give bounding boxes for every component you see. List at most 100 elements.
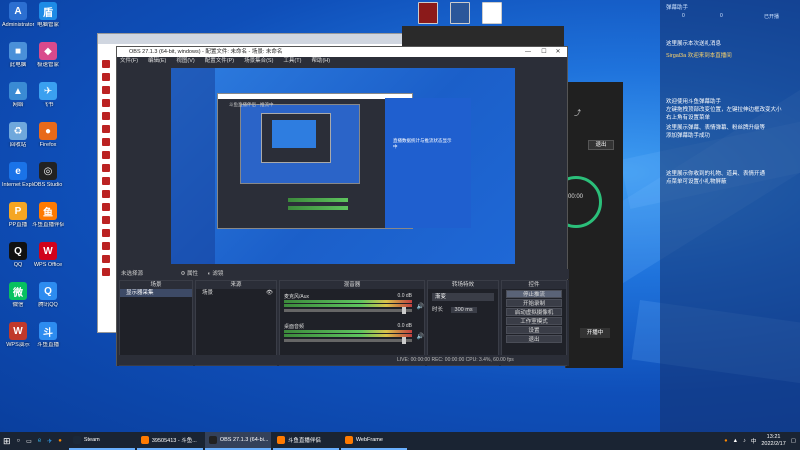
desktop-file-icon[interactable] — [418, 2, 438, 24]
desktop-icon[interactable]: e Internet Explorer — [2, 162, 34, 188]
menu-item[interactable]: 工具(T) — [283, 57, 301, 66]
control-button[interactable]: 设置 — [506, 326, 562, 334]
source-item[interactable]: 场景 👁 — [196, 289, 276, 297]
filters-button[interactable]: ◐ 滤镜 — [208, 271, 224, 277]
danmaku-message: 右上角有设置菜单 — [666, 115, 711, 121]
taskbar-app[interactable]: 3950541​3 - 斗鱼... — [136, 432, 203, 450]
danmaku-message: 欢迎使用斗鱼弹幕助手 — [666, 99, 722, 105]
desktop-icon[interactable]: A Administrator — [2, 2, 34, 28]
control-button[interactable]: 工作室模式 — [506, 317, 562, 325]
stat-1: 0 — [682, 13, 685, 19]
mixer-dock: 混音器 麦克风/Aux 0.0 dB 🔊 桌面音频 0.0 dB 🔊 — [279, 280, 425, 366]
obs-window[interactable]: OBS 27.1.3 (64-bit, windows) - 配置文件: 未命名… — [116, 46, 569, 366]
taskbar-app[interactable]: OBS 27.1.3 (64-bi... — [204, 432, 271, 450]
desktop-icon[interactable]: 鱼斗鱼直播伴侣 — [32, 202, 64, 228]
menu-item[interactable]: 视图(V) — [176, 57, 194, 66]
tray-volume-icon[interactable]: ♪ — [743, 438, 746, 444]
desktop-icon[interactable]: ◆ 极速管家 — [32, 42, 64, 68]
taskbar-app-label: WebFrame — [355, 437, 383, 443]
menu-item[interactable]: 配置文件(P) — [205, 57, 234, 66]
desktop-icon[interactable]: ◎ OBS Studio — [32, 162, 64, 188]
desktop-icon[interactable]: 微微信 — [2, 282, 34, 308]
share-icon[interactable]: ⤴ — [574, 108, 581, 118]
controls-title: 控件 — [502, 281, 566, 289]
dark-window-back[interactable] — [402, 26, 564, 46]
panel-title: 弹幕助手 — [666, 5, 689, 11]
stat-box: 开播中 — [580, 328, 610, 338]
desktop-icon-label: 网络 — [12, 102, 24, 108]
obs-preview[interactable]: 直播数据统计与推流状态显示中 斗鱼直播伴侣 - 推流中 — [171, 68, 515, 264]
desktop-icon[interactable]: Q 腾讯QQ — [32, 282, 64, 308]
maximize-button[interactable]: ☐ — [537, 47, 551, 57]
taskbar-app[interactable]: 斗鱼直播伴侣 — [272, 432, 339, 450]
app-icon: 微 — [9, 282, 27, 300]
desktop-icon[interactable]: P PP直播 — [2, 202, 34, 228]
control-button[interactable]: 退出 — [506, 335, 562, 343]
desktop-icon[interactable]: ♻ 回收站 — [2, 122, 34, 148]
minimize-button[interactable]: — — [521, 47, 535, 57]
start-button[interactable]: ⊞ — [0, 432, 14, 450]
feishu-icon[interactable]: ✈ — [44, 432, 55, 450]
tray-app-icon[interactable]: ● — [724, 438, 727, 444]
taskbar-app-label: 斗鱼直播伴侣 — [287, 438, 321, 444]
controls-dock: 控件 停止推流 开始录制 启动虚拟摄像机 工作室模式 设置 退出 — [501, 280, 567, 366]
control-button[interactable]: 开始录制 — [506, 299, 562, 307]
duration-input[interactable]: 300 ms — [450, 307, 477, 313]
menu-item[interactable]: 编辑(E) — [148, 57, 166, 66]
desktop-icon-label: 斗鱼直播伴侣 — [32, 222, 64, 228]
control-button[interactable]: 停止推流 — [506, 290, 562, 298]
control-button[interactable]: 启动虚拟摄像机 — [506, 308, 562, 316]
desktop-icon[interactable]: ✈ 飞书 — [32, 82, 64, 108]
danmaku-assistant-panel[interactable]: 弹幕助手 0 0 已开播 这里展示本次送礼消息 Sirgal3a 欢迎来到本直播间… — [660, 0, 800, 432]
app-icon: A — [9, 2, 27, 20]
edge-icon[interactable]: e — [35, 432, 44, 450]
danmaku-message: Sirgal3a 欢迎来到本直播间 — [666, 53, 732, 59]
desktop-icon[interactable]: ■ 此电脑 — [2, 42, 34, 68]
desktop-fader[interactable] — [284, 337, 412, 344]
stream-companion-window[interactable]: ⤴ 退出 00:00 开播中 — [550, 82, 623, 368]
desktop-meter-2 — [284, 334, 412, 337]
desktop-file-icon[interactable] — [450, 2, 470, 24]
desktop-icon[interactable]: 斗斗鱼直播 — [32, 322, 64, 348]
clock[interactable]: 13:21 2022/2/17 — [761, 434, 785, 448]
close-button[interactable]: ✕ — [551, 47, 565, 57]
speaker-icon[interactable]: 🔊 — [417, 333, 424, 340]
desktop-icon[interactable]: ▲ 网络 — [2, 82, 34, 108]
desktop-icon[interactable]: W WPS演示 — [2, 322, 34, 348]
task-view-icon[interactable]: ▭ — [23, 432, 35, 450]
obs-titlebar[interactable]: OBS 27.1.3 (64-bit, windows) - 配置文件: 未命名… — [117, 47, 567, 57]
preview-side-text: 直播数据统计与推流状态显示中 — [393, 138, 452, 149]
menu-item[interactable]: 场景集合(S) — [244, 57, 273, 66]
desktop-icon[interactable]: Q QQ — [2, 242, 34, 268]
notification-icon[interactable]: ▢ — [791, 438, 796, 444]
tray-wifi-icon[interactable]: ▲ — [733, 438, 738, 444]
obs-title-text: OBS 27.1.3 (64-bit, windows) - 配置文件: 未命名… — [129, 49, 283, 55]
mixer-channel-desktop: 桌面音频 0.0 dB 🔊 — [284, 323, 424, 344]
desktop-icon[interactable]: ● Firefox — [32, 122, 64, 148]
firefox-icon[interactable]: ● — [55, 432, 65, 450]
desktop-icon[interactable]: W WPS Office — [32, 242, 64, 268]
taskbar-app[interactable]: WebFrame — [340, 432, 407, 450]
menu-item[interactable]: 文件(F) — [120, 57, 138, 66]
app-icon: 鱼 — [39, 202, 57, 220]
speaker-icon[interactable]: 🔊 — [417, 303, 424, 310]
taskbar-app[interactable]: Steam — [68, 432, 135, 450]
transition-select[interactable]: 渐变 — [432, 293, 494, 301]
input-language[interactable]: 中 — [751, 437, 757, 445]
menu-item[interactable]: 帮助(H) — [311, 57, 330, 66]
preview-canvas: 直播数据统计与推流状态显示中 斗鱼直播伴侣 - 推流中 — [171, 68, 515, 264]
scene-item[interactable]: 显示器采集 — [120, 289, 192, 297]
search-icon[interactable]: ○ — [14, 432, 24, 450]
duration-label: 时长 — [432, 307, 444, 313]
mic-fader[interactable] — [284, 307, 412, 314]
scenes-dock: 场景 显示器采集 + − ⚙ ∧ ∨ — [119, 280, 193, 366]
exit-button[interactable]: 退出 — [588, 140, 614, 150]
desktop-icon[interactable]: 盾电脑管家 — [32, 2, 64, 28]
taskbar-app-label: OBS 27.1.3 (64-bi... — [219, 437, 269, 443]
app-icon: ✈ — [39, 82, 57, 100]
desktop-file-icon[interactable] — [482, 2, 502, 24]
properties-button[interactable]: ⚙ 属性 — [181, 271, 198, 277]
desktop-icon-label: PP直播 — [8, 222, 28, 228]
eye-icon[interactable]: 👁 — [266, 289, 273, 297]
danmaku-message: 这里展示你收到的礼物、道具、表情开通 — [666, 171, 766, 177]
